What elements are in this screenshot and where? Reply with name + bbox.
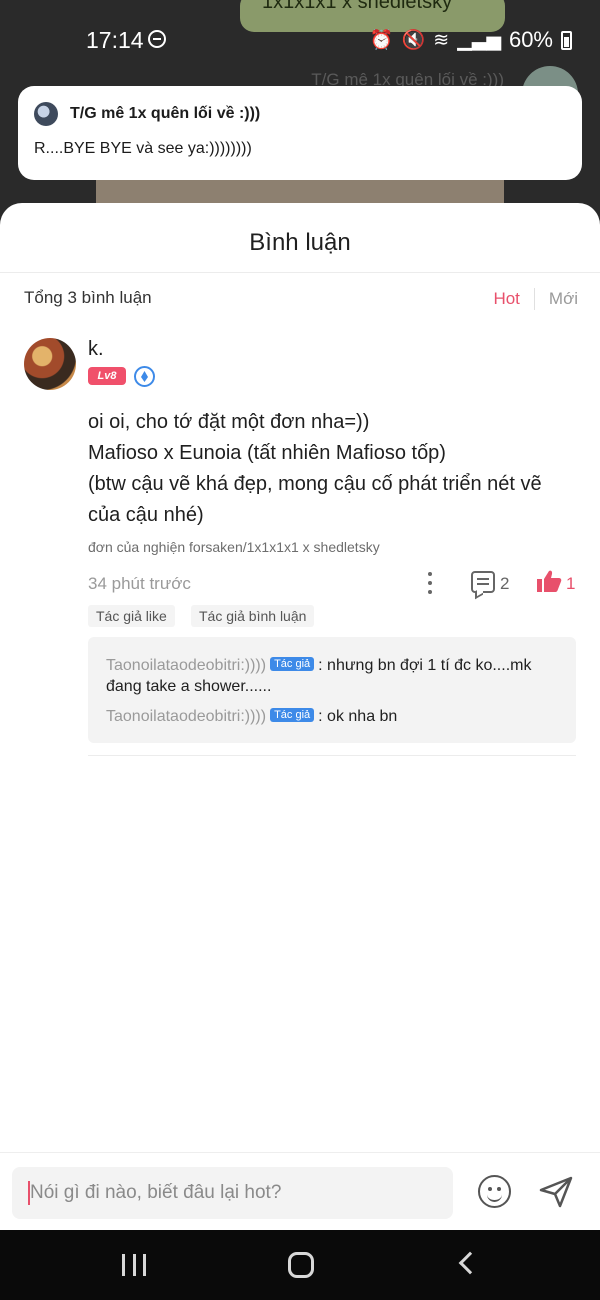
comment-input[interactable] xyxy=(30,1167,445,1219)
comment-line: Mafioso x Eunoia (tất nhiên Mafioso tốp) xyxy=(88,442,446,464)
back-icon[interactable] xyxy=(458,1251,482,1275)
reply-count[interactable]: 2 xyxy=(500,574,509,594)
wifi-icon: ≋ xyxy=(433,29,450,51)
send-icon[interactable] xyxy=(538,1175,574,1209)
commenter-name[interactable]: k. xyxy=(88,338,104,361)
signal-icon: ▁▃▅ xyxy=(457,29,501,51)
reply-item[interactable]: Taonoilataodeobitri:)))) Tác giả: ok nha … xyxy=(106,706,560,727)
recent-apps-icon[interactable] xyxy=(122,1254,146,1276)
author-commented-tag: Tác giả bình luận xyxy=(191,605,315,627)
sort-new-button[interactable]: Mới xyxy=(549,289,578,309)
comment-line: oi oi, cho tớ đặt một đơn nha=)) xyxy=(88,411,370,433)
comment-input-bar xyxy=(0,1152,600,1230)
notification-avatar xyxy=(34,102,58,126)
comment-divider xyxy=(88,755,576,756)
comment-total: Tổng 3 bình luận xyxy=(24,288,152,307)
comment-line: của cậu nhé) xyxy=(88,504,204,526)
comment-time: 34 phút trước xyxy=(88,574,191,593)
author-liked-tag: Tác giả like xyxy=(88,605,175,627)
like-count[interactable]: 1 xyxy=(566,574,575,594)
comment-line: (btw cậu vẽ khá đẹp, mong cậu cố phát tr… xyxy=(88,473,542,495)
notification-card[interactable]: T/G mê 1x quên lối về :))) R....BYE BYE … xyxy=(18,86,582,180)
sort-separator xyxy=(533,288,535,310)
comments-sheet: Bình luận Tổng 3 bình luận Hot Mới k. Lv… xyxy=(0,203,600,1230)
navigation-bar xyxy=(0,1230,600,1300)
reply-username[interactable]: Taonoilataodeobitri:)))) xyxy=(106,657,266,674)
status-bar: 17:14 ⏰ 🔇 ≋ ▁▃▅ 60% xyxy=(0,0,600,80)
author-badge: Tác giả xyxy=(270,657,315,671)
mute-icon: 🔇 xyxy=(401,30,426,51)
emoji-icon[interactable] xyxy=(478,1175,511,1208)
status-time: 17:14 xyxy=(86,27,144,53)
divider xyxy=(0,272,600,273)
notification-title: T/G mê 1x quên lối về :))) xyxy=(70,105,261,122)
battery-icon xyxy=(561,30,572,50)
alarm-icon: ⏰ xyxy=(369,30,394,51)
sort-hot-button[interactable]: Hot xyxy=(493,289,519,309)
level-badge: Lv8 xyxy=(88,367,126,385)
replies-box[interactable]: Taonoilataodeobitri:)))) Tác giả: nhưng b… xyxy=(88,637,576,743)
reply-text: : ok nha bn xyxy=(318,708,398,725)
sort-toggle: Hot Mới xyxy=(493,288,578,310)
battery-level: 60% xyxy=(508,27,553,52)
reply-item[interactable]: Taonoilataodeobitri:)))) Tác giả: nhưng b… xyxy=(106,655,560,697)
comment-source[interactable]: đơn của nghiện forsaken/1x1x1x1 x shedle… xyxy=(88,539,380,555)
notification-body: R....BYE BYE và see ya:)))))))) xyxy=(34,140,252,157)
reply-icon[interactable] xyxy=(471,571,495,593)
do-not-disturb-icon xyxy=(148,30,166,48)
verified-icon xyxy=(134,366,155,387)
comment-input-box[interactable] xyxy=(12,1167,453,1219)
sheet-title: Bình luận xyxy=(249,229,351,256)
comment-text: oi oi, cho tớ đặt một đơn nha=)) Mafioso… xyxy=(88,407,578,531)
reply-username[interactable]: Taonoilataodeobitri:)))) xyxy=(106,708,266,725)
more-options-icon[interactable] xyxy=(426,572,434,594)
commenter-avatar[interactable] xyxy=(24,338,76,390)
home-icon[interactable] xyxy=(288,1252,314,1278)
thumbs-up-icon[interactable] xyxy=(536,569,562,593)
author-badge: Tác giả xyxy=(270,708,315,722)
system-icons: ⏰ 🔇 ≋ ▁▃▅ 60% xyxy=(370,27,572,53)
